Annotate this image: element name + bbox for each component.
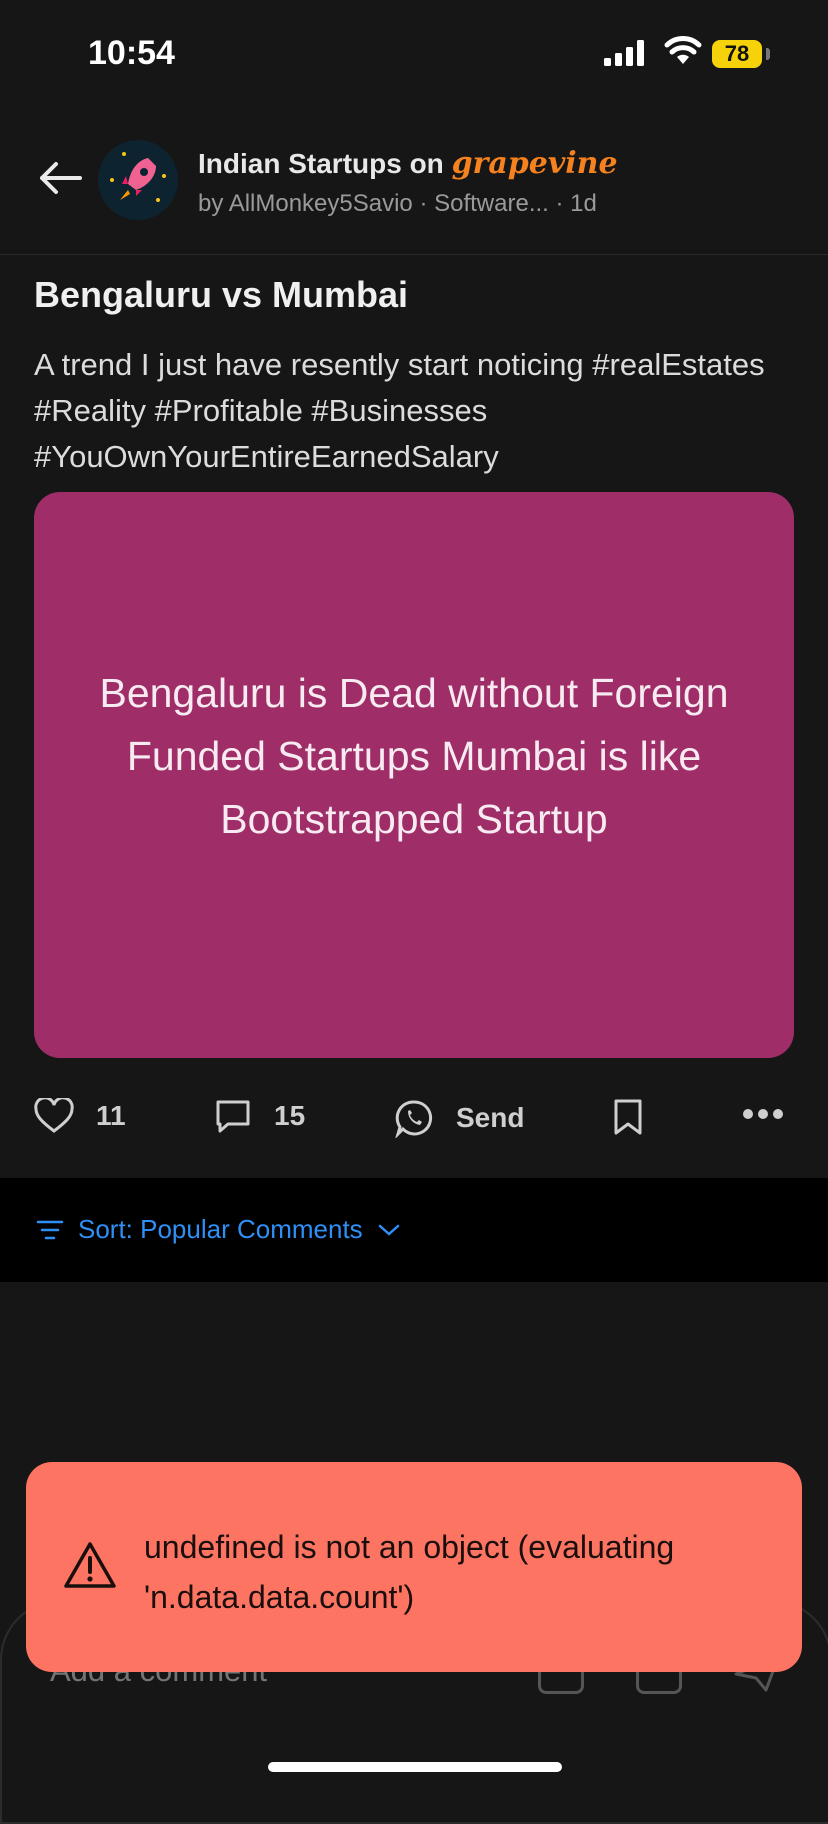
more-options-button[interactable] (742, 1108, 784, 1120)
status-bar: 10:54 78 (0, 0, 828, 100)
chevron-down-icon (378, 1224, 399, 1236)
comment-button[interactable]: 15 (214, 1098, 305, 1134)
heart-icon (34, 1098, 74, 1133)
comment-count: 15 (274, 1100, 306, 1131)
battery-cap (766, 48, 770, 60)
like-count: 11 (96, 1100, 126, 1131)
warning-icon (64, 1542, 116, 1588)
send-label: Send (456, 1102, 525, 1133)
bookmark-icon (614, 1099, 642, 1135)
rocket-icon (110, 152, 166, 202)
post-body: A trend I just have resently start notic… (34, 347, 765, 474)
group-name[interactable]: Indian Startups on grapevine (198, 146, 618, 181)
error-toast[interactable]: undefined is not an object (evaluating '… (26, 1462, 802, 1672)
group-name-label: Indian Startups on (198, 148, 452, 179)
post-image[interactable]: Bengaluru is Dead without Foreign Funded… (34, 492, 794, 1058)
send-whatsapp-button[interactable]: Send (394, 1098, 524, 1138)
battery-indicator: 78 (712, 40, 762, 68)
like-button[interactable]: 11 (34, 1098, 126, 1134)
post-title: Bengaluru vs Mumbai (34, 274, 409, 315)
bookmark-button[interactable] (612, 1098, 644, 1136)
home-indicator[interactable] (268, 1762, 562, 1772)
sort-bar: Sort: Popular Comments (0, 1178, 828, 1282)
post-header: Indian Startups on grapevine by AllMonke… (0, 130, 828, 255)
group-avatar[interactable] (98, 140, 178, 220)
post-byline: by AllMonkey5Savio · Software... · 1d (198, 190, 597, 217)
wifi-icon (664, 36, 702, 64)
status-time: 10:54 (88, 34, 175, 72)
sort-dropdown[interactable]: Sort: Popular Comments (36, 1214, 401, 1245)
toast-message: undefined is not an object (evaluating '… (144, 1529, 675, 1615)
post-image-text: Bengaluru is Dead without Foreign Funded… (99, 670, 729, 842)
brand-logo-text: grapevine (451, 146, 618, 181)
sort-label: Sort: Popular Comments (78, 1214, 363, 1244)
cellular-signal-icon (604, 40, 644, 66)
filter-lines-icon (36, 1220, 64, 1239)
post-actions: 11 15 Send (0, 1090, 828, 1160)
ellipsis-icon (743, 1109, 783, 1119)
back-arrow-icon[interactable] (36, 158, 84, 198)
comment-bubble-icon (216, 1100, 250, 1133)
whatsapp-icon (395, 1100, 433, 1138)
